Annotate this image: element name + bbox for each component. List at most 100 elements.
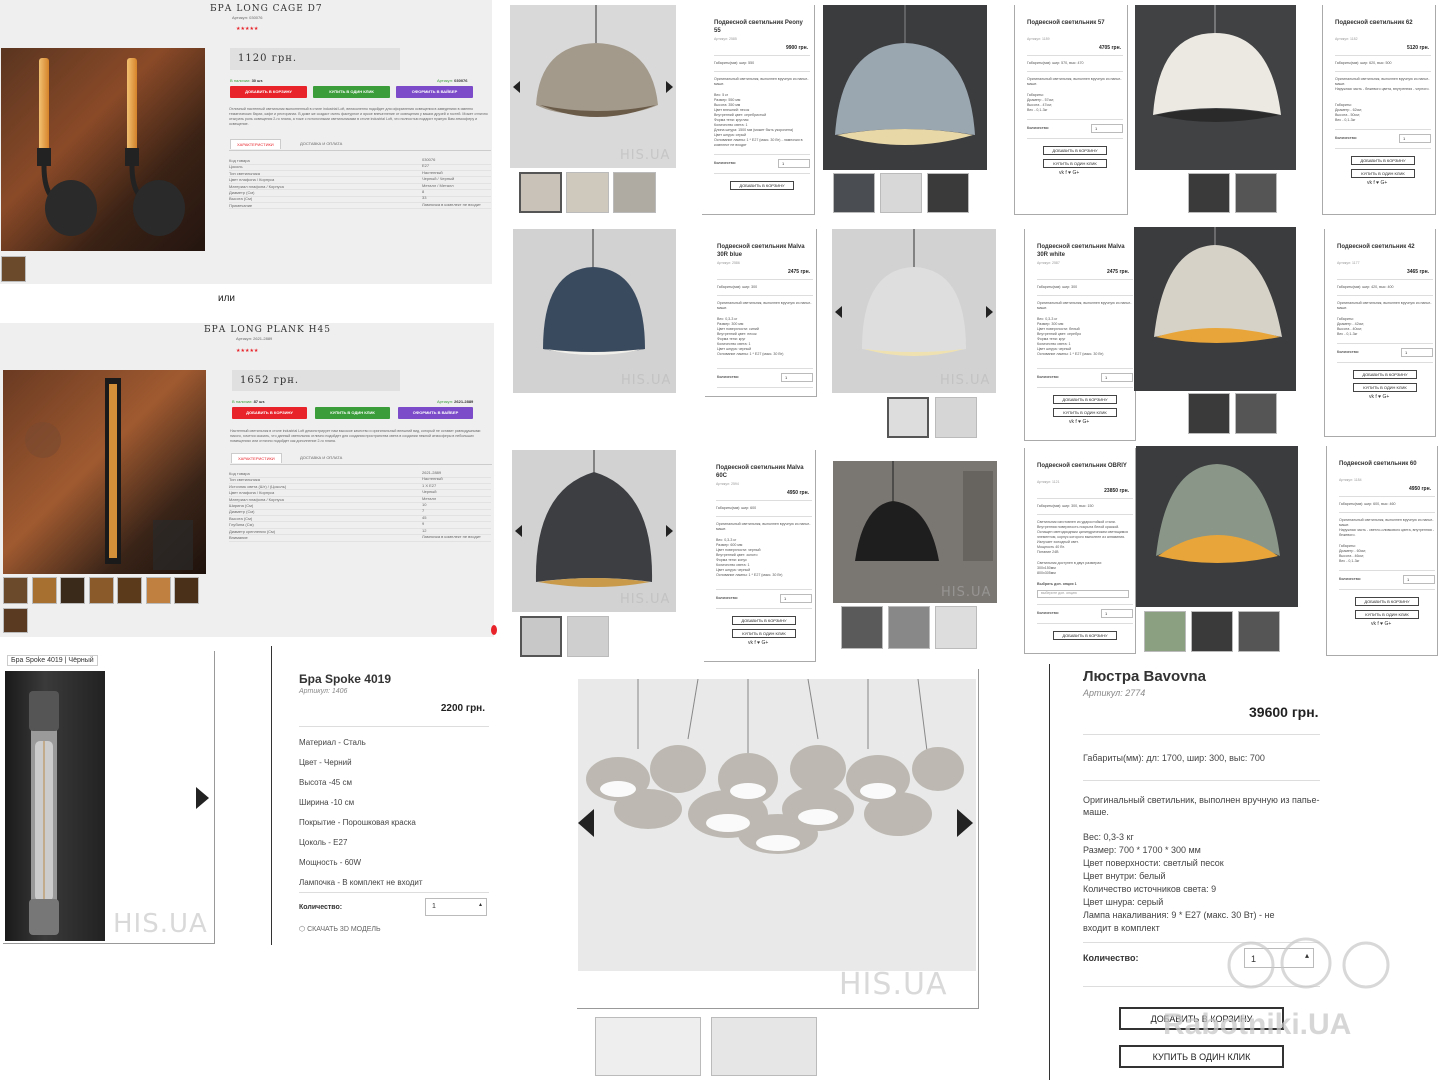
card-dimensions: Габариты(мм): шир: 420, выс: 400 — [1337, 285, 1394, 289]
buy-one-click-button[interactable]: КУПИТЬ В ОДИН КЛИК — [1043, 159, 1107, 168]
thumbnail[interactable] — [833, 173, 875, 213]
thumbnail[interactable] — [595, 1017, 701, 1076]
buy-one-click-button[interactable]: КУПИТЬ В ОДИН КЛИК — [313, 86, 390, 98]
thumbnail[interactable] — [566, 172, 609, 213]
thumbnail[interactable] — [31, 577, 57, 604]
viber-order-button[interactable]: ОФОРМИТЬ В ВАЙБЕР — [396, 86, 473, 98]
price: 39600 грн. — [1249, 704, 1319, 720]
product-card-malva-blue: Подвесной светильник Malva 30R blue Артик… — [705, 229, 817, 397]
next-arrow[interactable] — [957, 809, 973, 837]
social-share-icons[interactable]: vk f ♥ G+ — [1369, 395, 1435, 400]
buy-one-click-button[interactable]: КУПИТЬ В ОДИН КЛИК — [1119, 1045, 1284, 1068]
thumbnail[interactable] — [174, 577, 199, 604]
product-article: Артикул: 030076 — [232, 15, 263, 20]
product-card-57: Подвесной светильник 57 Артикул: 1189 4705… — [1014, 5, 1128, 215]
viber-order-button[interactable]: ОФОРМИТЬ В ВАЙБЕР — [398, 407, 473, 419]
thumbnail[interactable] — [880, 173, 922, 213]
thumbnail[interactable] — [60, 577, 85, 604]
quantity-stepper[interactable]: 1 — [781, 373, 813, 382]
social-share-icons[interactable]: vk f ♥ G+ — [1059, 171, 1127, 176]
add-to-cart-button[interactable]: ДОБАВИТЬ В КОРЗИНУ — [1043, 146, 1107, 155]
thumbnail[interactable] — [887, 397, 929, 438]
thumbnail[interactable] — [935, 397, 977, 438]
thumbnail[interactable] — [841, 606, 883, 649]
thumbnail[interactable] — [711, 1017, 817, 1076]
prev-arrow[interactable] — [835, 306, 842, 318]
social-share-icons[interactable]: vk f ♥ G+ — [1367, 181, 1435, 186]
thumbnail[interactable] — [1188, 173, 1230, 213]
add-to-cart-button[interactable]: ДОБАВИТЬ В КОРЗИНУ — [1053, 631, 1117, 640]
add-to-cart-button[interactable]: ДОБАВИТЬ В КОРЗИНУ — [730, 181, 794, 190]
thumbnail[interactable] — [1, 256, 26, 282]
watermark: HIS.UA — [113, 909, 208, 939]
option-select[interactable]: выберите доп. опцию — [1037, 590, 1129, 598]
social-share-icons[interactable]: vk f ♥ G+ — [1069, 420, 1135, 425]
buy-one-click-button[interactable]: КУПИТЬ В ОДИН КЛИК — [732, 629, 796, 638]
lamp-photo-peony: HIS.UA — [510, 5, 676, 168]
spec-value: 030076 — [422, 157, 436, 162]
product-article: Артикул: 2774 — [1083, 688, 1146, 698]
thumbnail[interactable] — [613, 172, 656, 213]
buy-one-click-button[interactable]: КУПИТЬ В ОДИН КЛИК — [1355, 610, 1419, 619]
quantity-stepper[interactable]: 1 — [1101, 373, 1133, 382]
thumbnail[interactable] — [567, 616, 609, 657]
add-to-cart-button[interactable]: ДОБАВИТЬ В КОРЗИНУ — [732, 616, 796, 625]
thumbnail[interactable] — [1238, 611, 1280, 652]
buy-one-click-button[interactable]: КУПИТЬ В ОДИН КЛИК — [1053, 408, 1117, 417]
product-title: Люстра Bavovna — [1083, 668, 1207, 685]
quantity-stepper[interactable]: 1 ▴ — [425, 898, 487, 916]
quantity-stepper[interactable]: 1 — [1101, 609, 1133, 618]
next-arrow[interactable] — [666, 81, 673, 93]
thumbnail[interactable] — [1188, 393, 1230, 434]
add-to-cart-button[interactable]: ДОБАВИТЬ В КОРЗИНУ — [1353, 370, 1417, 379]
social-share-icons[interactable]: vk f ♥ G+ — [748, 641, 815, 646]
quantity-stepper[interactable]: 1 — [1401, 348, 1433, 357]
thumbnail[interactable] — [935, 606, 977, 649]
prev-arrow[interactable] — [578, 809, 594, 837]
next-arrow[interactable] — [986, 306, 993, 318]
add-to-cart-button[interactable]: ДОБАВИТЬ В КОРЗИНУ — [232, 407, 307, 419]
quantity-stepper[interactable]: 1 — [1091, 124, 1123, 133]
quantity-value: 1 — [1105, 611, 1108, 616]
prev-arrow[interactable] — [515, 525, 522, 537]
thumbnail[interactable] — [520, 616, 562, 657]
product-article: Артикул: 1406 — [299, 688, 348, 695]
quantity-stepper[interactable]: 1 — [780, 594, 812, 603]
card-dimensions: Габариты(мм): шир: 570, выс: 470 — [1027, 61, 1084, 65]
thumbnail[interactable] — [519, 172, 562, 213]
buy-one-click-button[interactable]: КУПИТЬ В ОДИН КЛИК — [1353, 383, 1417, 392]
thumbnail[interactable] — [3, 577, 28, 604]
thumbnail[interactable] — [888, 606, 930, 649]
divider — [1037, 368, 1133, 369]
stepper-arrows-icon[interactable]: ▴ — [479, 901, 482, 908]
quantity-stepper[interactable]: 1 — [778, 159, 810, 168]
thumbnail[interactable] — [3, 608, 28, 633]
quantity-stepper[interactable]: 1 — [1403, 575, 1435, 584]
thumbnail[interactable] — [1191, 611, 1233, 652]
thumbnail[interactable] — [927, 173, 969, 213]
thumbnail[interactable] — [117, 577, 142, 604]
add-to-cart-button[interactable]: ДОБАВИТЬ В КОРЗИНУ — [1053, 395, 1117, 404]
add-to-cart-button[interactable]: ДОБАВИТЬ В КОРЗИНУ — [1351, 156, 1415, 165]
divider — [1027, 119, 1123, 120]
quantity-stepper[interactable]: 1 — [1399, 134, 1431, 143]
add-to-cart-button[interactable]: ДОБАВИТЬ В КОРЗИНУ — [230, 86, 307, 98]
next-arrow[interactable] — [666, 525, 673, 537]
thumbnail[interactable] — [1235, 393, 1277, 434]
thumbnail[interactable] — [88, 577, 114, 604]
tab-delivery[interactable]: ДОСТАВКА И ОПЛАТА — [300, 141, 342, 146]
next-arrow[interactable] — [196, 787, 209, 809]
add-to-cart-button[interactable]: ДОБАВИТЬ В КОРЗИНУ — [1355, 597, 1419, 606]
thumbnail[interactable] — [1144, 611, 1186, 652]
thumbnail[interactable] — [145, 577, 171, 604]
card-dimensions: Габариты(мм): шир: 300 — [1037, 285, 1078, 289]
thumbnail[interactable] — [1235, 173, 1277, 213]
tab-characteristics[interactable]: ХАРАКТЕРИСТИКИ — [231, 453, 282, 463]
tab-delivery[interactable]: ДОСТАВКА И ОПЛАТА — [300, 455, 342, 460]
buy-one-click-button[interactable]: КУПИТЬ В ОДИН КЛИК — [315, 407, 390, 419]
tab-characteristics[interactable]: ХАРАКТЕРИСТИКИ — [230, 139, 281, 149]
prev-arrow[interactable] — [513, 81, 520, 93]
buy-one-click-button[interactable]: КУПИТЬ В ОДИН КЛИК — [1351, 169, 1415, 178]
download-3d-link[interactable]: ⬡ СКАЧАТЬ 3D МОДЕЛЬ — [299, 925, 381, 933]
social-share-icons[interactable]: vk f ♥ G+ — [1371, 622, 1437, 627]
